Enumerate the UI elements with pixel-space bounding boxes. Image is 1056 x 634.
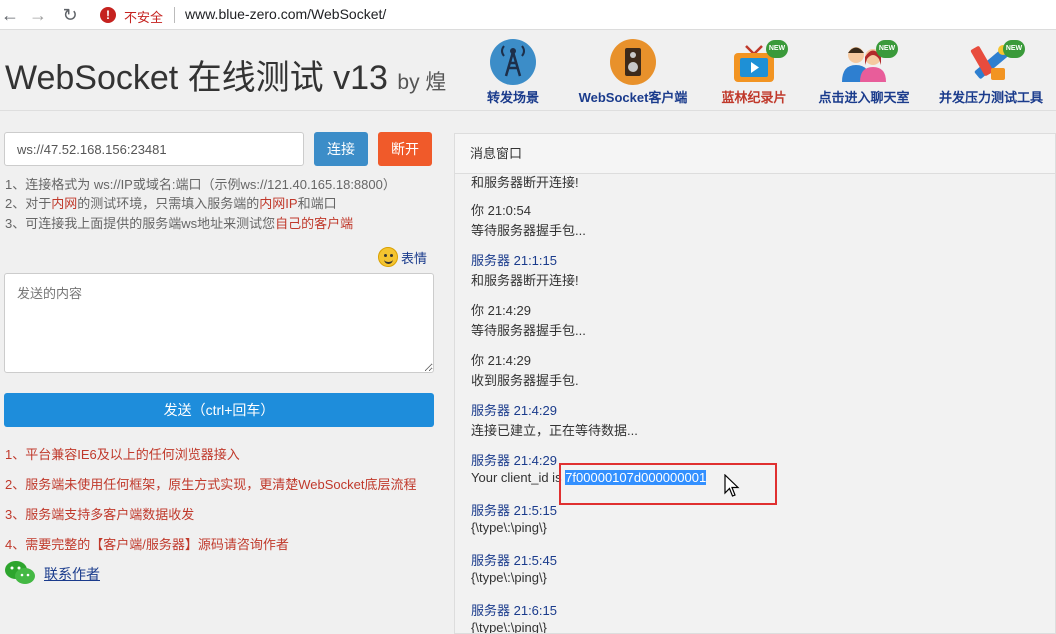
tip-text: 的测试环境，只需填入服务端的: [77, 196, 260, 211]
message-body: 等待服务器握手包...: [471, 223, 586, 238]
tv-icon: NEW: [730, 38, 788, 86]
security-label[interactable]: 不安全: [124, 7, 163, 26]
header-divider: [0, 110, 1056, 111]
forward-icon[interactable]: →: [28, 5, 48, 25]
message-header: 服务器 21:1:15: [471, 253, 557, 268]
message-header: 服务器 21:5:45: [471, 553, 557, 568]
client-id-prefix: Your client_id is: [471, 470, 566, 485]
antenna-icon: [489, 38, 537, 86]
back-icon[interactable]: ←: [0, 5, 20, 25]
tip-text: 3、可连接我上面提供的服务端ws地址来测试您: [5, 216, 276, 231]
ws-address-input[interactable]: [4, 132, 304, 166]
emoji-button[interactable]: 表情: [401, 248, 427, 267]
message-body: 收到服务器握手包.: [471, 373, 579, 388]
message-body: {\type\:\ping\}: [471, 520, 547, 535]
nav-link-chatroom[interactable]: NEW 点击进入聊天室: [812, 38, 916, 106]
connect-button[interactable]: 连接: [314, 132, 368, 166]
tools-icon: NEW: [967, 38, 1025, 86]
message-header: 服务器 21:5:15: [471, 503, 557, 518]
smiley-icon[interactable]: [378, 247, 398, 267]
tip-highlight: 自己的客户端: [275, 216, 354, 231]
tip-text: 和端口: [297, 196, 337, 211]
message-header: 你 21:0:54: [471, 203, 531, 218]
new-badge: NEW: [876, 40, 898, 58]
nav-link-label: 蓝林纪录片: [721, 90, 787, 105]
page-title: WebSocket 在线测试 v13 by 煌: [5, 50, 446, 99]
new-badge: NEW: [1003, 40, 1025, 58]
nav-link-label: WebSocket客户端: [578, 90, 688, 105]
disconnect-button[interactable]: 断开: [378, 132, 432, 166]
feature-item: 4、需要完整的【客户端/服务器】源码请咨询作者: [5, 537, 289, 552]
new-badge: NEW: [766, 40, 788, 58]
contact-author-link[interactable]: 联系作者: [44, 564, 100, 584]
wechat-icon: [4, 560, 36, 586]
message-header: 服务器 21:6:15: [471, 603, 557, 618]
nav-link-forward-scene[interactable]: 转发场景: [478, 38, 548, 106]
feature-item: 1、平台兼容IE6及以上的任何浏览器接入: [5, 447, 240, 462]
nav-link-websocket-client[interactable]: WebSocket客户端: [566, 38, 700, 106]
nav-link-label: 转发场景: [486, 90, 539, 105]
tip-own-client: 3、可连接我上面提供的服务端ws地址来测试您自己的客户端: [5, 213, 353, 232]
page-author: by 煌: [397, 71, 447, 94]
tip-format: 1、连接格式为 ws://IP或域名:端口（示例ws://121.40.165.…: [5, 177, 396, 192]
address-bar[interactable]: www.blue-zero.com/WebSocket/: [185, 6, 386, 22]
message-header: 服务器 21:4:29: [471, 453, 557, 468]
nav-link-documentary[interactable]: NEW 蓝林纪录片: [716, 38, 792, 106]
feature-item: 2、服务端未使用任何框架，原生方式实现，更清楚WebSocket底层流程: [5, 477, 417, 492]
message-body: {\type\:\ping\}: [471, 620, 547, 634]
not-secure-icon[interactable]: !: [100, 7, 116, 23]
feature-item: 3、服务端支持多客户端数据收发: [5, 507, 195, 522]
url-separator: [174, 7, 175, 23]
message-header: 你 21:4:29: [471, 353, 531, 368]
nav-link-label: 点击进入聊天室: [818, 90, 910, 105]
reload-icon[interactable]: ↻: [60, 5, 80, 25]
people-icon: NEW: [840, 38, 898, 86]
speaker-icon: [609, 38, 657, 86]
message-window[interactable]: 消息窗口 和服务器断开连接! 你 21:0:54 等待服务器握手包... 服务器…: [454, 133, 1056, 634]
tip-highlight: 内网: [51, 196, 78, 211]
send-content-input[interactable]: [4, 273, 434, 373]
message-body: 和服务器断开连接!: [471, 175, 579, 190]
message-window-title: 消息窗口: [455, 134, 1055, 174]
tip-intranet: 2、对于内网的测试环境，只需填入服务端的内网IP和端口: [5, 193, 337, 212]
message-body: 和服务器断开连接!: [471, 273, 579, 288]
tip-text: 2、对于: [5, 196, 52, 211]
message-body: 连接已建立，正在等待数据...: [471, 423, 638, 438]
nav-link-label: 并发压力测试工具: [938, 90, 1043, 105]
nav-link-stress-test[interactable]: NEW 并发压力测试工具: [932, 38, 1050, 106]
annotation-highlight-box: [559, 463, 777, 505]
tip-highlight: 内网IP: [259, 196, 298, 211]
message-body: 等待服务器握手包...: [471, 323, 586, 338]
send-button[interactable]: 发送（ctrl+回车）: [4, 393, 434, 427]
page-title-text: WebSocket 在线测试 v13: [5, 59, 388, 97]
mouse-cursor-icon: [724, 474, 740, 497]
message-body: {\type\:\ping\}: [471, 570, 547, 585]
message-header: 服务器 21:4:29: [471, 403, 557, 418]
browser-toolbar: ← → ↻ ! 不安全 www.blue-zero.com/WebSocket/: [0, 0, 1056, 30]
message-header: 你 21:4:29: [471, 303, 531, 318]
